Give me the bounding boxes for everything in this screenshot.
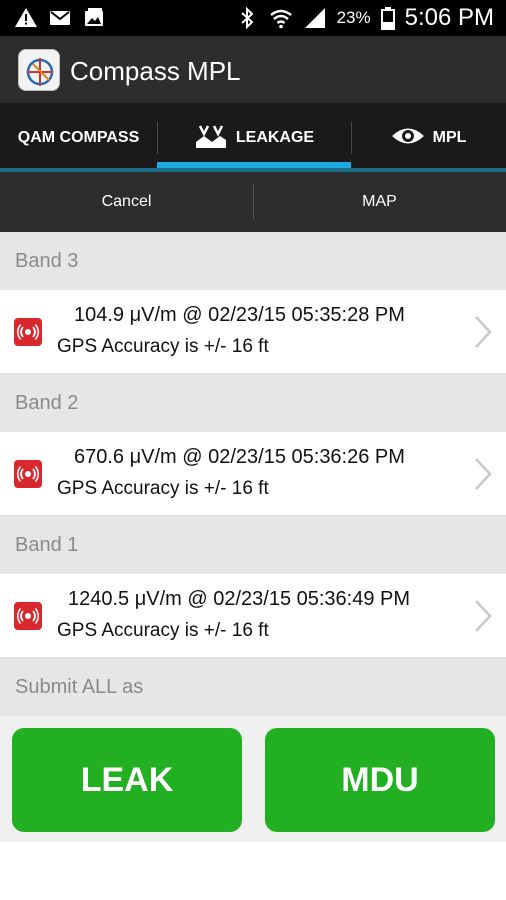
reading-text: 104.9 μV/m @ 02/23/15 05:35:28 PM [74, 304, 405, 326]
mdu-button[interactable]: MDU [265, 728, 495, 832]
status-bar: 23% 5:06 PM [0, 0, 506, 36]
action-bar: Compass MPL [0, 36, 506, 104]
wifi-icon [269, 6, 293, 30]
app-title: Compass MPL [70, 56, 241, 86]
status-time: 5:06 PM [404, 4, 494, 31]
section-header-band-2: Band 2 [0, 374, 506, 432]
section-header-band-1: Band 1 [0, 516, 506, 574]
list-item[interactable]: 670.6 μV/m @ 02/23/15 05:36:26 PM GPS Ac… [0, 432, 506, 516]
mail-icon [48, 6, 72, 30]
reading-text: 670.6 μV/m @ 02/23/15 05:36:26 PM [74, 446, 405, 468]
submit-header: Submit ALL as [0, 658, 506, 716]
screen: 23% 5:06 PM Compass MPL QAM COMPASS LEAK… [0, 0, 506, 900]
tab-label: MPL [432, 129, 467, 146]
sub-action-bar: Cancel MAP [0, 172, 506, 232]
gps-accuracy-text: GPS Accuracy is +/- 16 ft [57, 620, 269, 641]
map-button[interactable]: MAP [253, 172, 506, 232]
leak-signal-icon [14, 460, 42, 488]
chevron-right-icon [472, 598, 494, 634]
section-header-band-3: Band 3 [0, 232, 506, 290]
list-item[interactable]: 104.9 μV/m @ 02/23/15 05:35:28 PM GPS Ac… [0, 290, 506, 374]
leak-signal-icon [14, 318, 42, 346]
bluetooth-icon [235, 6, 259, 30]
leak-signal-icon [14, 602, 42, 630]
gps-accuracy-text: GPS Accuracy is +/- 16 ft [57, 478, 269, 499]
tab-label: QAM COMPASS [17, 129, 140, 146]
tab-bar: QAM COMPASS LEAKAGE MPL [0, 104, 506, 172]
status-bar-right: 23% 5:06 PM [235, 4, 494, 32]
signal-icon [303, 6, 327, 30]
battery-icon [380, 6, 395, 30]
gps-accuracy-text: GPS Accuracy is +/- 16 ft [57, 336, 269, 357]
eye-icon [391, 125, 425, 152]
tab-qam-compass[interactable]: QAM COMPASS [0, 104, 157, 172]
submit-button-area: LEAK MDU [0, 716, 506, 842]
chevron-right-icon [472, 456, 494, 492]
cancel-button[interactable]: Cancel [0, 172, 253, 232]
compass-logo-icon[interactable] [18, 49, 60, 91]
chevron-right-icon [472, 314, 494, 350]
status-bar-left [14, 6, 106, 30]
battery-percent: 23% [336, 8, 371, 27]
list-item[interactable]: 1240.5 μV/m @ 02/23/15 05:36:49 PM GPS A… [0, 574, 506, 658]
leak-button[interactable]: LEAK [12, 728, 242, 832]
tab-mpl[interactable]: MPL [351, 104, 506, 172]
leakage-icon [194, 122, 228, 155]
reading-text: 1240.5 μV/m @ 02/23/15 05:36:49 PM [68, 588, 411, 610]
image-icon [82, 6, 106, 30]
tab-label: LEAKAGE [235, 129, 315, 146]
warning-icon [14, 6, 38, 30]
tab-selected-indicator [157, 162, 351, 168]
